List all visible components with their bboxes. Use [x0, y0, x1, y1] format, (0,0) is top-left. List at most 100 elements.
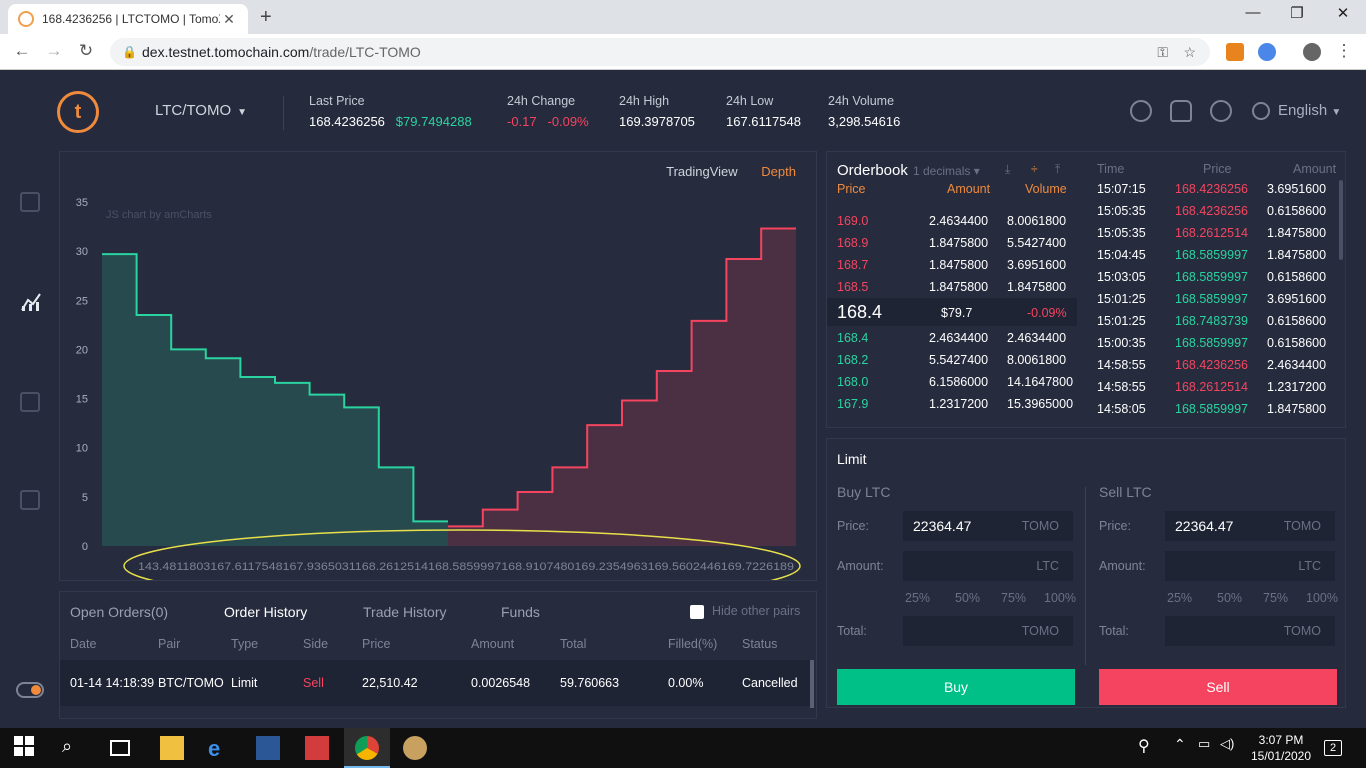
bid-row[interactable]: 167.9 1.2317200 15.3965000: [837, 393, 1073, 415]
sell-pct-50[interactable]: 50%: [1217, 591, 1242, 605]
bid-row[interactable]: 168.2 5.5427400 8.0061800: [837, 349, 1067, 371]
ask-row[interactable]: 169.0 2.4634400 8.0061800: [837, 210, 1067, 232]
metamask-extension-icon[interactable]: [1226, 43, 1244, 61]
ask-row[interactable]: 168.9 1.8475800 5.5427400: [837, 232, 1067, 254]
buy-amount-input[interactable]: LTC: [903, 551, 1073, 581]
windows-start-icon[interactable]: [14, 736, 38, 760]
chart-icon[interactable]: [20, 192, 40, 212]
reload-icon[interactable]: ↻: [74, 41, 98, 61]
y-tick-label: 15: [76, 394, 88, 406]
row-amount: 0.0026548: [471, 676, 531, 690]
trade-time: 15:01:25: [1097, 292, 1146, 306]
volume-icon[interactable]: ◁): [1220, 736, 1244, 760]
language-selector[interactable]: English ▼: [1278, 102, 1341, 119]
browser-tab[interactable]: 168.4236256 | LTCTOMO | TomoX ✕: [8, 4, 248, 34]
hide-other-pairs-toggle[interactable]: Hide other pairs: [690, 604, 800, 619]
sell-pct-100[interactable]: 100%: [1306, 591, 1338, 605]
sell-pct-25[interactable]: 25%: [1167, 591, 1192, 605]
key-icon[interactable]: ⚿: [1157, 38, 1168, 66]
bookmark-star-icon[interactable]: ☆: [1183, 38, 1196, 66]
bid-price: 168.4: [837, 331, 869, 345]
document-icon[interactable]: [20, 490, 40, 510]
clock[interactable]: 3:07 PM 15/01/2020: [1246, 732, 1316, 764]
close-tab-icon[interactable]: ✕: [220, 11, 238, 28]
ask-row[interactable]: 168.7 1.8475800 3.6951600: [837, 254, 1067, 276]
close-window-icon[interactable]: ✕: [1320, 4, 1366, 22]
trade-chart-icon[interactable]: [20, 292, 41, 312]
table-row[interactable]: 01-14 14:18:39 BTC/TOMO Limit Sell 22,51…: [60, 660, 810, 706]
ob-col-volume: Volume: [1025, 182, 1067, 196]
ob-col-price: Price: [837, 182, 866, 196]
sketchup-icon[interactable]: [305, 736, 329, 760]
row-filled: 0.00%: [668, 676, 704, 690]
sell-amount-label: Amount:: [1099, 559, 1146, 573]
profile-icon[interactable]: [1303, 43, 1321, 61]
buy-price-input[interactable]: 22364.47 TOMO: [903, 511, 1073, 541]
sell-amount-input[interactable]: LTC: [1165, 551, 1335, 581]
chrome-icon[interactable]: [355, 736, 379, 760]
buy-total-input[interactable]: TOMO: [903, 616, 1073, 646]
buy-pct-100[interactable]: 100%: [1044, 591, 1076, 605]
mid-change: -0.09%: [1027, 306, 1067, 320]
orders-scrollbar[interactable]: [810, 660, 814, 708]
buy-pct-25[interactable]: 25%: [905, 591, 930, 605]
file-explorer-icon[interactable]: [160, 736, 184, 760]
new-tab-icon[interactable]: +: [260, 6, 272, 29]
sell-pct-75[interactable]: 75%: [1263, 591, 1288, 605]
y-tick-label: 30: [76, 246, 88, 258]
url-field[interactable]: 🔒 dex.testnet.tomochain.com/trade/LTC-TO…: [110, 38, 1210, 66]
change-stat: 24h Change -0.17 -0.09%: [507, 94, 589, 129]
forward-icon[interactable]: →: [42, 41, 66, 61]
buy-title: Buy LTC: [837, 484, 891, 500]
asks-only-icon[interactable]: ⤒: [1055, 162, 1060, 177]
tab-funds[interactable]: Funds: [501, 604, 540, 620]
decimals-selector[interactable]: 1 decimals ▾: [913, 164, 980, 178]
tab-trade-history[interactable]: Trade History: [363, 604, 447, 620]
bid-row[interactable]: 168.0 6.1586000 14.1647800: [837, 371, 1073, 393]
menu-kebab-icon[interactable]: ⋮: [1332, 41, 1356, 61]
bids-only-icon[interactable]: ⤓: [1005, 162, 1010, 177]
tab-open-orders[interactable]: Open Orders(0): [70, 604, 168, 620]
bell-icon[interactable]: [1170, 100, 1192, 122]
trades-scrollbar[interactable]: [1339, 180, 1343, 260]
checkbox[interactable]: [690, 604, 704, 619]
search-icon[interactable]: ⌕: [62, 736, 86, 760]
people-icon[interactable]: ⚲: [1138, 736, 1162, 760]
word-icon[interactable]: [256, 736, 280, 760]
tray-chevron-icon[interactable]: ⌃: [1174, 736, 1198, 760]
sell-button[interactable]: Sell: [1099, 669, 1337, 705]
trade-time: 15:05:35: [1097, 226, 1146, 240]
ask-volume: 5.5427400: [1007, 236, 1067, 250]
y-tick-label: 20: [76, 344, 88, 356]
folder-icon[interactable]: [20, 392, 40, 412]
orderbook-panel: Orderbook 1 decimals ▾ ⤓ ÷ ⤒ Price Amoun…: [826, 151, 1346, 428]
paint-icon[interactable]: [403, 736, 427, 760]
last-price-stat: Last Price 168.4236256 $79.7494288: [309, 94, 472, 129]
pair-selector[interactable]: LTC/TOMO ▼: [155, 102, 247, 119]
chevron-down-icon: ▼: [237, 107, 248, 118]
notifications-icon[interactable]: 2: [1324, 740, 1342, 756]
sell-total-input[interactable]: TOMO: [1165, 616, 1335, 646]
tomochain-logo-icon[interactable]: t: [57, 91, 99, 133]
ask-row[interactable]: 168.5 1.8475800 1.8475800: [837, 276, 1067, 298]
theme-toggle[interactable]: [16, 682, 44, 698]
battery-icon[interactable]: ▭: [1198, 736, 1222, 760]
task-view-icon[interactable]: [110, 740, 130, 756]
windows-logo-glyph: [14, 736, 34, 756]
edge-icon[interactable]: e: [208, 736, 232, 761]
depth-chart[interactable]: 35 30 25 20 15 10 5 0 JS chart by amCharts 143.48…: [60, 152, 816, 580]
support-icon[interactable]: [1130, 100, 1152, 122]
bid-row[interactable]: 168.4 2.4634400 2.4634400: [837, 327, 1067, 349]
back-icon[interactable]: ←: [10, 41, 34, 61]
extension-icon[interactable]: [1258, 43, 1276, 61]
globe-icon[interactable]: [1252, 102, 1270, 120]
minimize-icon[interactable]: —: [1230, 4, 1276, 21]
buy-button[interactable]: Buy: [837, 669, 1075, 705]
tab-order-history[interactable]: Order History: [224, 604, 307, 620]
restore-icon[interactable]: ❐: [1274, 4, 1320, 22]
both-sides-icon[interactable]: ÷: [1031, 162, 1038, 176]
buy-pct-75[interactable]: 75%: [1001, 591, 1026, 605]
buy-pct-50[interactable]: 50%: [955, 591, 980, 605]
sell-price-input[interactable]: 22364.47 TOMO: [1165, 511, 1335, 541]
user-icon[interactable]: [1210, 100, 1232, 122]
